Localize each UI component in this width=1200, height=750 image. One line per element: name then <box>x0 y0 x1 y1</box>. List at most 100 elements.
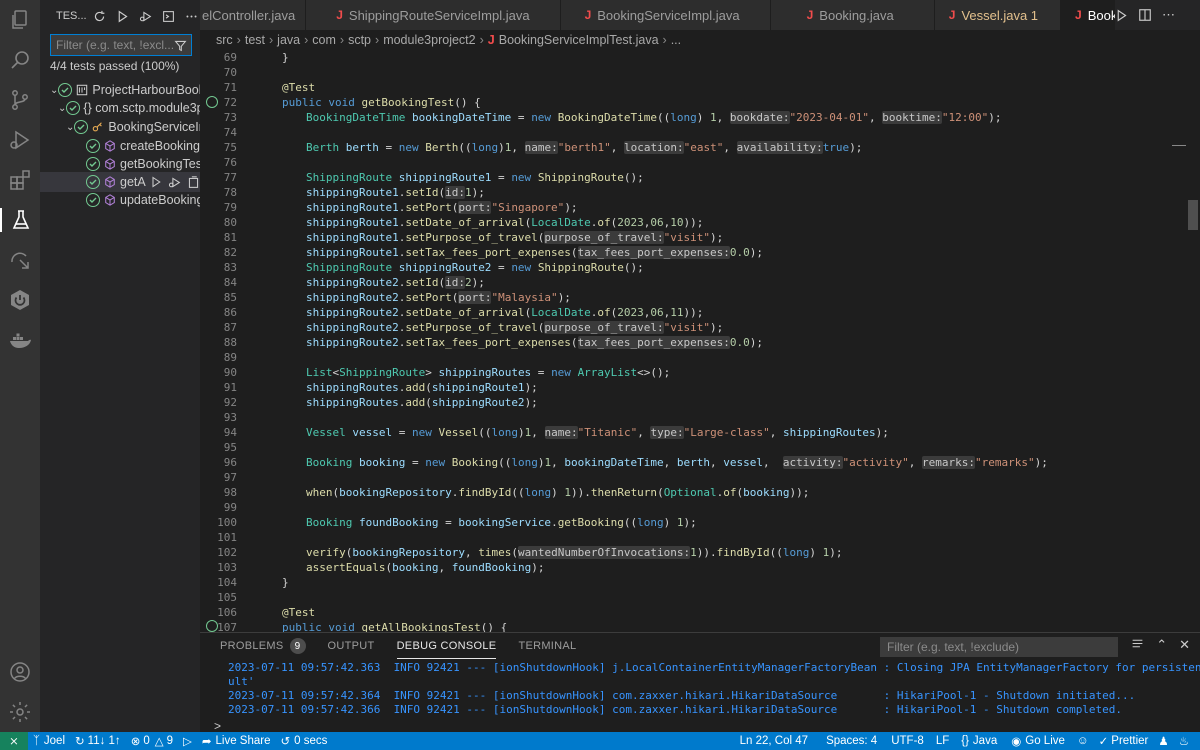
tab-label: elController.java <box>202 7 296 23</box>
panel-actions: ⌃ ✕ <box>1131 637 1190 653</box>
console-filter-placeholder: Filter (e.g. text, !exclude) <box>887 640 1020 654</box>
editor-tabs: elController.java J ShippingRouteServiceI… <box>200 0 1200 30</box>
more-actions-icon[interactable]: ⋯ <box>1162 7 1175 23</box>
test-filter-input[interactable]: Filter (e.g. text, !excl... <box>50 34 192 56</box>
line-number: 96 <box>223 456 237 469</box>
clear-console-icon[interactable] <box>1131 637 1144 653</box>
cursor-position[interactable]: Ln 22, Col 47 <box>735 732 813 750</box>
tab-file[interactable]: J ShippingRouteServiceImpl.java <box>306 0 561 30</box>
copilot-status[interactable]: ☺ <box>1072 732 1094 750</box>
power-icon[interactable] <box>8 288 32 312</box>
go-live-status[interactable]: ◉ Go Live <box>1006 732 1070 750</box>
tree-item-test-class[interactable]: ⌄ BookingServiceImp <box>40 117 200 137</box>
extensions-icon[interactable] <box>8 168 32 192</box>
breadcrumb-item[interactable]: module3project2 <box>383 33 475 47</box>
problems-status[interactable]: ⊗ 0 △ 9 <box>126 732 178 750</box>
tree-item-create-booking-test[interactable]: createBookingTes <box>40 136 200 156</box>
tree-item-get-all-bookings-test[interactable]: getA <box>40 172 200 192</box>
live-share-status[interactable]: ➦ Live Share <box>197 732 276 750</box>
settings-gear-icon[interactable] <box>8 700 32 724</box>
language-status[interactable]: {} Java <box>956 732 1002 750</box>
code-line: Booking foundBooking = bookingService.ge… <box>306 516 697 529</box>
code-line: Vessel vessel = new Vessel((long)1, name… <box>306 426 889 439</box>
sync-status[interactable]: ↻ 11↓ 1↑ <box>70 732 126 750</box>
timer-status[interactable]: ↺ 0 secs <box>275 732 332 750</box>
encoding-status[interactable]: UTF-8 <box>886 732 929 750</box>
test-passed-gutter-icon[interactable] <box>206 620 218 632</box>
tab-file[interactable]: J Vessel.java 1 <box>934 0 1062 30</box>
split-editor-icon[interactable] <box>1138 8 1152 22</box>
prettier-status[interactable]: ✓ Prettier <box>1094 732 1154 750</box>
vscode-window: TES... Filter (e.g. text, !excl... 4/4 t… <box>0 0 1200 750</box>
tab-problems[interactable]: PROBLEMS 9 <box>220 633 306 659</box>
debug-all-tests-icon[interactable] <box>136 7 154 25</box>
console-prompt[interactable]: > <box>214 719 221 733</box>
run-icon[interactable] <box>1115 9 1128 22</box>
run-all-tests-icon[interactable] <box>114 7 132 25</box>
breadcrumb-item[interactable]: src <box>216 33 233 47</box>
tree-item-update-booking-test[interactable]: updateBookingTe <box>40 190 200 210</box>
breadcrumb-item[interactable]: test <box>245 33 265 47</box>
console-filter-input[interactable]: Filter (e.g. text, !exclude) <box>880 637 1118 657</box>
refresh-tests-icon[interactable] <box>91 7 109 25</box>
chevron-down-icon[interactable]: ⌄ <box>66 122 74 133</box>
tree-item-project[interactable]: ⌄ ProjectHarbourBookii <box>40 80 200 100</box>
tab-file[interactable]: J Booking.java <box>770 0 935 30</box>
chevron-down-icon[interactable]: ⌄ <box>50 85 58 96</box>
docker-icon[interactable] <box>8 328 32 352</box>
notifications-status[interactable]: ♨ <box>1174 732 1194 750</box>
chevron-up-icon[interactable]: ⌃ <box>1156 637 1167 653</box>
code-editor[interactable]: 69 70 71 72 73 74 75 76 77 78 79 80 81 82 83 84 85 86 87 88… <box>200 50 1200 632</box>
filter-funnel-icon[interactable] <box>174 39 187 52</box>
account-icon[interactable] <box>8 660 32 684</box>
line-number: 100 <box>217 516 237 529</box>
breadcrumb-item[interactable]: BookingServiceImplTest.java <box>499 33 659 47</box>
explorer-icon[interactable] <box>8 8 32 32</box>
console-line: 2023-07-11 09:57:42.364 INFO 92421 --- [… <box>228 689 1136 702</box>
feedback-status[interactable]: ♟ <box>1153 732 1173 750</box>
chevron-down-icon[interactable]: ⌄ <box>58 103 66 114</box>
tab-debug-console[interactable]: DEBUG CONSOLE <box>396 633 497 659</box>
run-test-icon[interactable] <box>150 176 162 188</box>
passed-icon <box>86 139 100 153</box>
breadcrumb-item[interactable]: ... <box>671 33 681 47</box>
testing-icon[interactable] <box>0 208 40 232</box>
tab-file[interactable]: elController.java <box>200 0 307 30</box>
line-number: 86 <box>223 306 237 319</box>
breadcrumb-item[interactable]: java <box>277 33 300 47</box>
code-line: } <box>282 51 289 64</box>
tab-file[interactable]: J BookingServiceImpl.java <box>560 0 771 30</box>
show-output-icon[interactable] <box>159 7 177 25</box>
run-debug-icon[interactable] <box>8 128 32 152</box>
tree-item-package[interactable]: ⌄ {} com.sctp.module3p <box>40 98 200 118</box>
go-to-test-icon[interactable] <box>187 175 200 189</box>
breadcrumb-item[interactable]: sctp <box>348 33 371 47</box>
close-panel-icon[interactable]: ✕ <box>1179 637 1190 653</box>
remote-explorer-icon[interactable] <box>8 248 32 272</box>
tab-label: PROBLEMS <box>220 640 284 652</box>
tab-terminal[interactable]: TERMINAL <box>518 633 576 659</box>
code-line: shippingRoute1.setTax_fees_port_expenses… <box>306 246 763 259</box>
breadcrumb-item[interactable]: com <box>312 33 336 47</box>
eol-status[interactable]: LF <box>931 732 954 750</box>
tree-item-label: createBookingTes <box>120 139 200 153</box>
code-line: shippingRoute1.setPurpose_of_travel(purp… <box>306 231 724 244</box>
line-number: 90 <box>223 366 237 379</box>
remote-icon: ⨯ <box>9 736 19 748</box>
test-passed-gutter-icon[interactable] <box>206 96 218 108</box>
search-icon[interactable] <box>8 48 32 72</box>
chevron-right-icon: › <box>236 33 241 47</box>
editor-scrollbar[interactable] <box>1186 50 1200 632</box>
indentation-status[interactable]: Spaces: 4 <box>821 732 882 750</box>
scrollbar-thumb[interactable] <box>1188 200 1198 230</box>
debug-test-icon[interactable] <box>168 176 181 189</box>
tree-item-get-booking-test[interactable]: getBookingTest() <box>40 154 200 174</box>
debug-status[interactable]: ▷ <box>178 732 197 750</box>
source-control-icon[interactable] <box>8 88 32 112</box>
more-actions-icon[interactable] <box>182 7 200 25</box>
tab-output[interactable]: OUTPUT <box>328 633 375 659</box>
braces-icon: {} <box>961 735 969 747</box>
branch-status[interactable]: ᛉ Joel <box>28 732 70 750</box>
chevron-right-icon: › <box>375 33 380 47</box>
remote-indicator[interactable]: ⨯ <box>0 732 28 750</box>
